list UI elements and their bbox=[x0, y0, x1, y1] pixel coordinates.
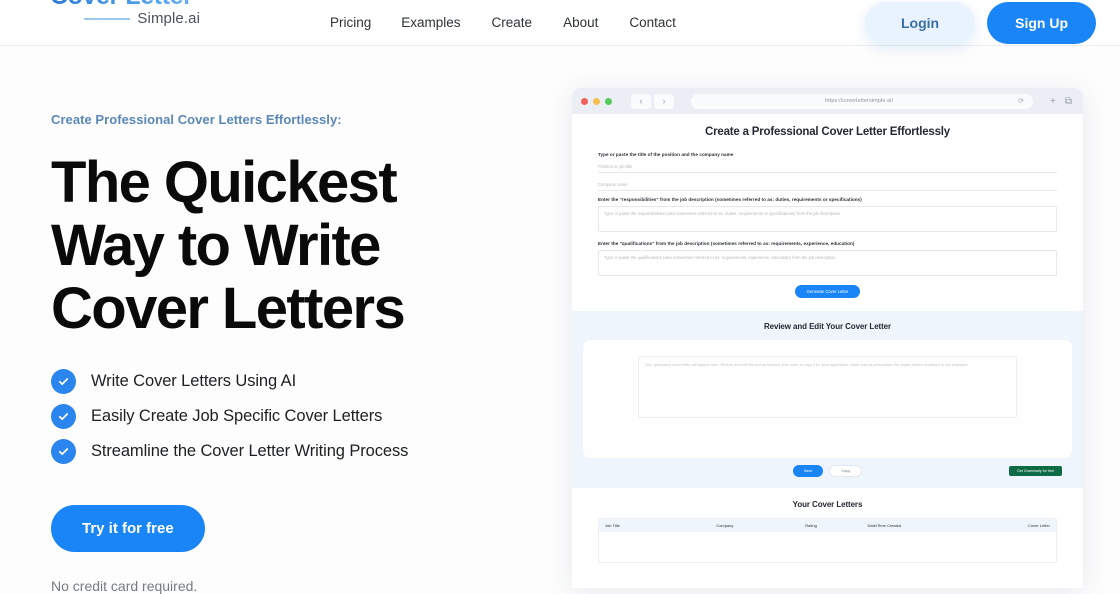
position-title-label: Type or paste the title of the position … bbox=[598, 152, 734, 157]
logo[interactable]: Cover Letter Simple.ai bbox=[50, 0, 200, 26]
check-circle-icon bbox=[51, 438, 76, 464]
column-header-company: Company bbox=[716, 523, 734, 528]
card2-heading: Review and Edit Your Cover Letter bbox=[763, 322, 892, 331]
back-arrow-icon[interactable]: ‹ bbox=[631, 93, 651, 109]
column-header-cover-letter: Cover Letter bbox=[1027, 523, 1050, 528]
column-header-job-title: Job Title bbox=[605, 523, 620, 528]
reload-icon[interactable]: ⟳ bbox=[1018, 97, 1024, 105]
maximize-window-icon[interactable] bbox=[605, 97, 612, 105]
window-controls bbox=[581, 97, 612, 105]
browser-chrome: ‹ › https://coverlettersimple.ai/ ⟳ + ⧉ bbox=[572, 88, 1083, 114]
column-header-date-time: Date/Time Created bbox=[867, 523, 902, 528]
hero-section: Create Professional Cover Letters Effort… bbox=[0, 46, 560, 594]
position-title-input[interactable]: Position or job title bbox=[598, 161, 1057, 173]
card3-heading: Your Cover Letters bbox=[792, 500, 863, 509]
responsibilities-label: Enter the "responsibilities" from the jo… bbox=[598, 197, 862, 202]
headline-line-2: Way to Write bbox=[51, 213, 381, 279]
main-navigation: Pricing Examples Create About Contact bbox=[330, 0, 707, 45]
responsibilities-textarea[interactable]: Type or paste the responsibilities (also… bbox=[598, 206, 1057, 232]
try-it-for-free-button[interactable]: Try it for free bbox=[51, 504, 205, 552]
no-credit-card-note: No credit card required. bbox=[51, 577, 198, 594]
minimize-window-icon[interactable] bbox=[593, 97, 600, 105]
list-item: Streamline the Cover Letter Writing Proc… bbox=[51, 438, 560, 464]
grammarly-button[interactable]: Get Grammarly for free bbox=[1009, 465, 1062, 476]
nav-link-create[interactable]: Create bbox=[492, 15, 564, 30]
page-title: The Quickest Way to Write Cover Letters bbox=[51, 151, 560, 341]
site-header: Cover Letter Simple.ai Pricing Examples … bbox=[0, 0, 1120, 46]
your-cover-letters-card: Your Cover Letters Job Title Company Rat… bbox=[572, 488, 1083, 563]
nav-link-about[interactable]: About bbox=[563, 15, 629, 30]
table-body bbox=[599, 532, 1056, 562]
letter-panel: Your generated cover letter will appear … bbox=[583, 340, 1072, 458]
browser-nav-buttons: ‹ › bbox=[631, 93, 674, 109]
check-circle-icon bbox=[51, 368, 76, 394]
create-cover-letter-card: Create a Professional Cover Letter Effor… bbox=[572, 114, 1083, 298]
logo-secondary-text: Simple.ai bbox=[137, 10, 200, 27]
forward-arrow-icon[interactable]: › bbox=[654, 93, 674, 109]
logo-primary-text: Cover Letter bbox=[50, 0, 200, 9]
browser-chrome-right: + ⧉ bbox=[1050, 96, 1074, 107]
qualifications-label: Enter the "qualifications" from the job … bbox=[598, 241, 855, 246]
signup-button[interactable]: Sign Up bbox=[987, 1, 1096, 44]
copy-button[interactable]: Copy bbox=[829, 464, 863, 477]
column-header-rating: Rating bbox=[805, 523, 817, 528]
nav-link-pricing[interactable]: Pricing bbox=[330, 15, 401, 30]
feature-label: Easily Create Job Specific Cover Letters bbox=[91, 406, 383, 425]
feature-label: Write Cover Letters Using AI bbox=[91, 371, 297, 390]
company-name-input[interactable]: Company name bbox=[598, 179, 1057, 191]
table-header-row: Job Title Company Rating Date/Time Creat… bbox=[599, 519, 1056, 532]
login-button[interactable]: Login bbox=[865, 1, 976, 44]
close-window-icon[interactable] bbox=[581, 97, 588, 105]
save-button[interactable]: Save bbox=[792, 464, 824, 477]
headline-line-3: Cover Letters bbox=[51, 276, 406, 342]
browser-mockup: ‹ › https://coverlettersimple.ai/ ⟳ + ⧉ … bbox=[572, 88, 1083, 588]
review-edit-card: Review and Edit Your Cover Letter Your g… bbox=[572, 311, 1083, 488]
feature-label: Streamline the Cover Letter Writing Proc… bbox=[91, 441, 409, 460]
check-circle-icon bbox=[51, 403, 76, 429]
cover-letter-textarea[interactable]: Your generated cover letter will appear … bbox=[638, 356, 1017, 418]
header-actions: Login Sign Up bbox=[865, 0, 1096, 45]
url-text: https://coverlettersimple.ai/ bbox=[824, 98, 894, 104]
hero-eyebrow: Create Professional Cover Letters Effort… bbox=[51, 112, 342, 127]
browser-viewport: Create a Professional Cover Letter Effor… bbox=[572, 114, 1083, 588]
logo-secondary-row: Simple.ai bbox=[50, 11, 200, 26]
generate-cover-letter-button[interactable]: Generate Cover Letter bbox=[794, 285, 861, 298]
qualifications-textarea[interactable]: Type or paste the qualifications (also s… bbox=[598, 250, 1057, 276]
card2-button-row: Save Copy Get Grammarly for free bbox=[583, 464, 1072, 477]
list-item: Write Cover Letters Using AI bbox=[51, 368, 560, 394]
headline-line-1: The Quickest bbox=[51, 150, 398, 215]
feature-list: Write Cover Letters Using AI Easily Crea… bbox=[51, 368, 560, 464]
card1-heading: Create a Professional Cover Letter Effor… bbox=[705, 126, 950, 138]
logo-divider-line bbox=[84, 17, 131, 20]
url-bar[interactable]: https://coverlettersimple.ai/ ⟳ bbox=[691, 93, 1034, 109]
list-item: Easily Create Job Specific Cover Letters bbox=[51, 403, 560, 429]
nav-link-examples[interactable]: Examples bbox=[401, 15, 491, 30]
nav-link-contact[interactable]: Contact bbox=[629, 15, 707, 30]
cover-letters-table: Job Title Company Rating Date/Time Creat… bbox=[598, 518, 1057, 563]
tab-overview-icon[interactable]: ⧉ bbox=[1065, 96, 1072, 107]
card2-primary-actions: Save Copy bbox=[792, 464, 863, 477]
new-tab-icon[interactable]: + bbox=[1050, 96, 1056, 107]
